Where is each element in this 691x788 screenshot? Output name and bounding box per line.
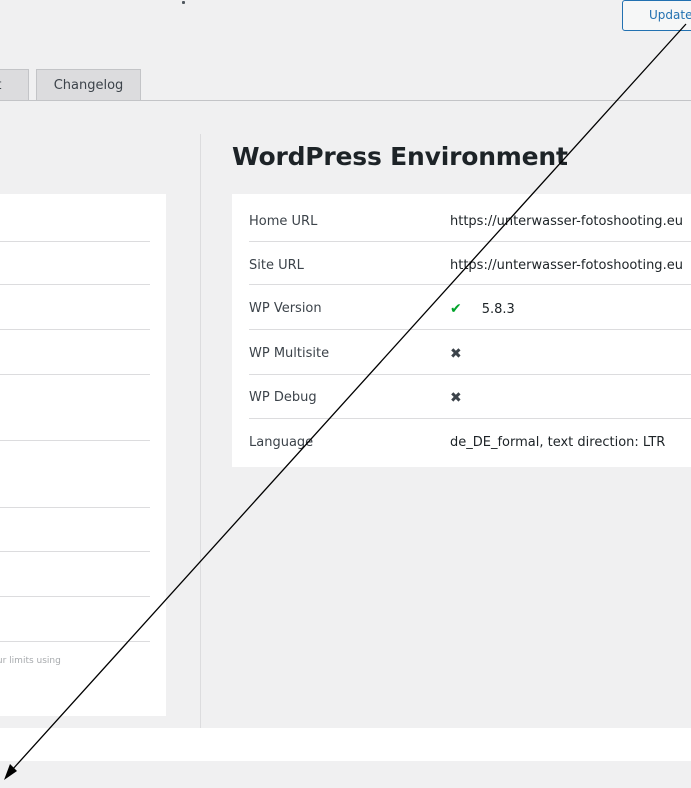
- footer-band: [0, 728, 691, 761]
- tab-changelog-label: Changelog: [53, 78, 124, 93]
- row-label: WP Debug: [249, 390, 317, 405]
- row-value: https://unterwasser-fotoshooting.eu: [450, 214, 683, 229]
- row-value-wrap: ✖: [450, 346, 462, 362]
- section-title: WordPress Environment: [232, 142, 568, 171]
- row-separator: [249, 329, 691, 330]
- row-separator: [0, 329, 150, 330]
- row-value: https://unterwasser-fotoshooting.eu: [450, 258, 683, 273]
- row-separator: [0, 596, 150, 597]
- x-icon: ✖: [450, 390, 462, 406]
- row-label: WP Version: [249, 301, 322, 316]
- tabs-divider: [0, 100, 691, 101]
- top-link[interactable]: [0, 0, 124, 8]
- wordpress-environment-card: Home URL https://unterwasser-fotoshootin…: [232, 194, 691, 467]
- row-value-wrap: ✖: [450, 390, 462, 406]
- row-label: WP Multisite: [249, 346, 330, 361]
- tab-report-label: rt: [0, 70, 1, 101]
- row-label: Site URL: [249, 258, 304, 273]
- row-separator: [249, 374, 691, 375]
- update-button[interactable]: Update: [622, 0, 691, 31]
- row-separator: [249, 418, 691, 419]
- server-environment-card: k your limits using: [0, 194, 166, 716]
- column-divider: [200, 134, 201, 728]
- row-separator: [0, 641, 150, 642]
- row-value: de_DE_formal, text direction: LTR: [450, 435, 666, 450]
- row-label: Home URL: [249, 214, 318, 229]
- limits-note: k your limits using: [0, 656, 61, 666]
- row-value: 5.8.3: [481, 302, 515, 317]
- row-separator: [0, 551, 150, 552]
- tab-report[interactable]: rt: [0, 69, 29, 101]
- separator-dot: [182, 1, 185, 4]
- row-separator: [0, 241, 150, 242]
- row-separator: [0, 507, 150, 508]
- row-label: Language: [249, 435, 314, 450]
- row-separator: [0, 440, 150, 441]
- x-icon: ✖: [450, 346, 462, 362]
- row-separator: [249, 284, 691, 285]
- row-separator: [249, 241, 691, 242]
- arrow-head-icon: [4, 764, 17, 780]
- check-icon: ✔: [450, 301, 462, 317]
- row-separator: [0, 374, 150, 375]
- row-separator: [0, 284, 150, 285]
- top-link-text[interactable]: [0, 0, 124, 8]
- tab-changelog[interactable]: Changelog: [36, 69, 141, 101]
- row-value-wrap: ✔ 5.8.3: [450, 301, 515, 317]
